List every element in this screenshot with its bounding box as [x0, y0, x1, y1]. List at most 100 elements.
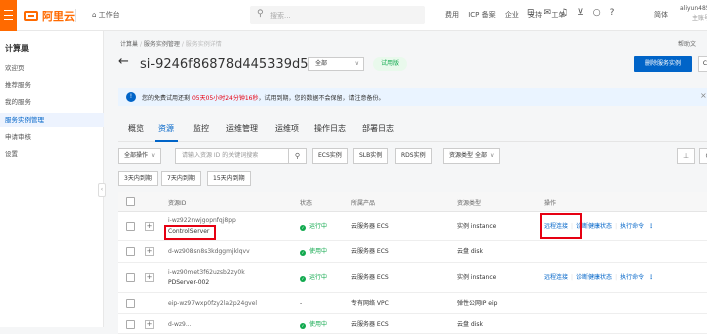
resource-search-input[interactable]: 请输入资源 ID 的关键词搜索 — [175, 148, 289, 164]
nav-enterprise[interactable]: 企业 — [505, 11, 519, 19]
user-role: 主账号 — [692, 15, 707, 22]
active-tab-indicator — [155, 140, 178, 142]
top-bar: 阿里云 ⌂ 工作台 ⚲ 搜索... 费用 ICP 备案 企业 支持 工单 ⊟ ✉ ♫… — [0, 0, 707, 31]
product: 云服务器 ECS — [351, 274, 389, 281]
logo-mark-icon — [24, 11, 38, 21]
tab-overview[interactable]: 概览 — [128, 123, 144, 134]
sidebar-item-welcome[interactable]: 欢迎页 — [0, 61, 104, 75]
top-icons: ⊟ ✉ ♫ ⊻ ○? — [527, 8, 623, 18]
sidebar-item-instance-management[interactable]: 服务实例管理 — [0, 113, 104, 127]
diagnose-health-link[interactable]: 诊断健康状态 — [576, 274, 612, 281]
breadcrumb-item[interactable]: 计算巢 — [120, 41, 138, 48]
menu-icon[interactable] — [0, 0, 17, 31]
filter-rds[interactable]: RDS实例 — [395, 148, 432, 164]
bell-icon[interactable]: ♫ — [560, 8, 568, 18]
instance-scope-select[interactable]: 全部 ∨ — [308, 57, 364, 71]
sidebar-item-my-services[interactable]: 我的服务 — [0, 95, 104, 109]
more-actions-icon[interactable]: ⋮ — [648, 223, 654, 230]
sidebar-item-settings[interactable]: 设置 — [0, 147, 104, 161]
col-status: 状态 — [300, 200, 313, 207]
tab-monitoring[interactable]: 监控 — [193, 123, 209, 134]
highlight-box — [164, 225, 216, 240]
check-icon: ✓ — [300, 323, 306, 329]
search-icon[interactable]: ⚲ — [289, 148, 307, 164]
tab-ops-items[interactable]: 运维项 — [275, 123, 299, 134]
table-row: + d-wz9... ✓ 使用中 云服务器 ECS 云盘 disk — [118, 314, 707, 334]
filter-ecs[interactable]: ECS实例 — [312, 148, 348, 164]
page-title: si-9246f86878d445339d5e — [140, 57, 317, 72]
filter-slb[interactable]: SLB实例 — [353, 148, 389, 164]
chevron-down-icon: ∨ — [354, 60, 359, 67]
run-command-link[interactable]: 执行命令 — [620, 223, 644, 230]
run-command-link[interactable]: 执行命令 — [620, 274, 644, 281]
delete-instance-button[interactable]: 删除服务实例 — [634, 56, 692, 72]
resource-id[interactable]: eip-wz97wxp0fzy2la2p24gvel — [168, 299, 257, 308]
breadcrumb-item[interactable]: 服务实例管理 — [144, 41, 180, 48]
col-resource-id: 资源ID — [168, 200, 187, 207]
table-header: 资源ID 状态 所属产品 资源类型 操作 — [118, 192, 707, 212]
more-button[interactable]: C — [698, 56, 707, 72]
row-checkbox[interactable] — [126, 320, 135, 329]
refresh-icon[interactable]: C — [699, 148, 707, 164]
check-icon: ✓ — [300, 225, 306, 231]
resource-type: 云盘 disk — [457, 248, 483, 255]
status-badge: ✓ 运行中 — [300, 274, 328, 282]
product: 云服务器 ECS — [351, 248, 389, 255]
home-icon: ⌂ — [92, 11, 99, 19]
nav-fees[interactable]: 费用 — [445, 11, 459, 19]
status-badge: ✓ 运行中 — [300, 223, 328, 231]
tab-ops-management[interactable]: 运维管理 — [226, 123, 258, 134]
terminal-icon[interactable]: ⊟ — [527, 8, 535, 18]
highlight-box — [540, 213, 582, 239]
resource-type-dropdown[interactable]: 资源类型 全部 ∨ — [443, 148, 501, 164]
mail-icon[interactable]: ✉ — [544, 8, 552, 18]
sidebar-item-review[interactable]: 申请审核 — [0, 130, 104, 144]
sidebar-collapse-button[interactable]: ‹ — [98, 183, 106, 197]
sidebar: 计算巢 欢迎页 推荐服务 我的服务 服务实例管理 申请审核 设置 — [0, 31, 104, 327]
expand-icon[interactable]: + — [145, 273, 154, 282]
row-checkbox[interactable] — [126, 247, 135, 256]
status-text: - — [300, 300, 303, 307]
col-actions: 操作 — [544, 200, 557, 207]
resource-id[interactable]: d-wz9... — [168, 320, 192, 329]
location-icon[interactable]: ○ — [593, 8, 601, 18]
trial-notice: ! 您的免费试用还剩 05天05小时24分钟16秒，试用到期，您的数据不会保留，… — [118, 88, 707, 106]
help-link[interactable]: 帮助文 — [678, 39, 696, 48]
sidebar-item-recommended[interactable]: 推荐服务 — [0, 78, 104, 92]
back-arrow-icon[interactable]: ← — [118, 54, 129, 69]
table-row: + d-wz908sn8s3kdggmjklqvv ✓ 使用中 云服务器 ECS … — [118, 241, 707, 263]
tab-resources[interactable]: 资源 — [158, 123, 174, 134]
row-checkbox[interactable] — [126, 222, 135, 231]
resource-id[interactable]: d-wz908sn8s3kdggmjklqvv — [168, 247, 250, 256]
more-actions-icon[interactable]: ⋮ — [648, 274, 654, 281]
status-badge: ✓ 使用中 — [300, 321, 328, 329]
batch-actions-dropdown[interactable]: 全部操作 ∨ — [118, 148, 162, 164]
row-checkbox[interactable] — [126, 273, 135, 282]
download-icon[interactable]: ⊥ — [677, 148, 695, 164]
row-checkbox[interactable] — [126, 299, 135, 308]
remote-connect-link[interactable]: 远程连接 — [544, 274, 568, 281]
user-menu[interactable]: aliyun48591... 主账号 — [680, 4, 707, 24]
close-icon[interactable]: × — [700, 91, 707, 100]
help-icon[interactable]: ? — [610, 8, 615, 18]
expire-3-days[interactable]: 3天内到期 — [118, 171, 158, 186]
workbench-link[interactable]: ⌂ 工作台 — [92, 10, 120, 20]
resource-id[interactable]: i-wz90met3f62uzsb2zy0k — [168, 268, 245, 277]
tab-deploy-log[interactable]: 部署日志 — [362, 123, 394, 134]
resource-type: 实例 instance — [457, 274, 497, 281]
expand-icon[interactable]: + — [145, 247, 154, 256]
global-search-input[interactable]: ⚲ 搜索... — [250, 6, 425, 24]
expand-icon[interactable]: + — [145, 320, 154, 329]
expire-15-days[interactable]: 15天内到期 — [207, 171, 251, 186]
expire-7-days[interactable]: 7天内到期 — [161, 171, 201, 186]
select-all-checkbox[interactable] — [126, 197, 135, 206]
language-switch[interactable]: 简体 — [654, 10, 668, 20]
aliyun-logo[interactable]: 阿里云 — [24, 8, 75, 24]
cart-icon[interactable]: ⊻ — [577, 8, 584, 18]
expand-icon[interactable]: + — [145, 222, 154, 231]
resource-id[interactable]: i-wz922nwjgopnfqj8pp — [168, 216, 236, 225]
resource-type: 实例 instance — [457, 223, 497, 230]
table-row: eip-wz97wxp0fzy2la2p24gvel - 专有网络 VPC 弹性… — [118, 293, 707, 314]
tab-operation-log[interactable]: 操作日志 — [314, 123, 346, 134]
nav-icp[interactable]: ICP 备案 — [468, 11, 495, 19]
